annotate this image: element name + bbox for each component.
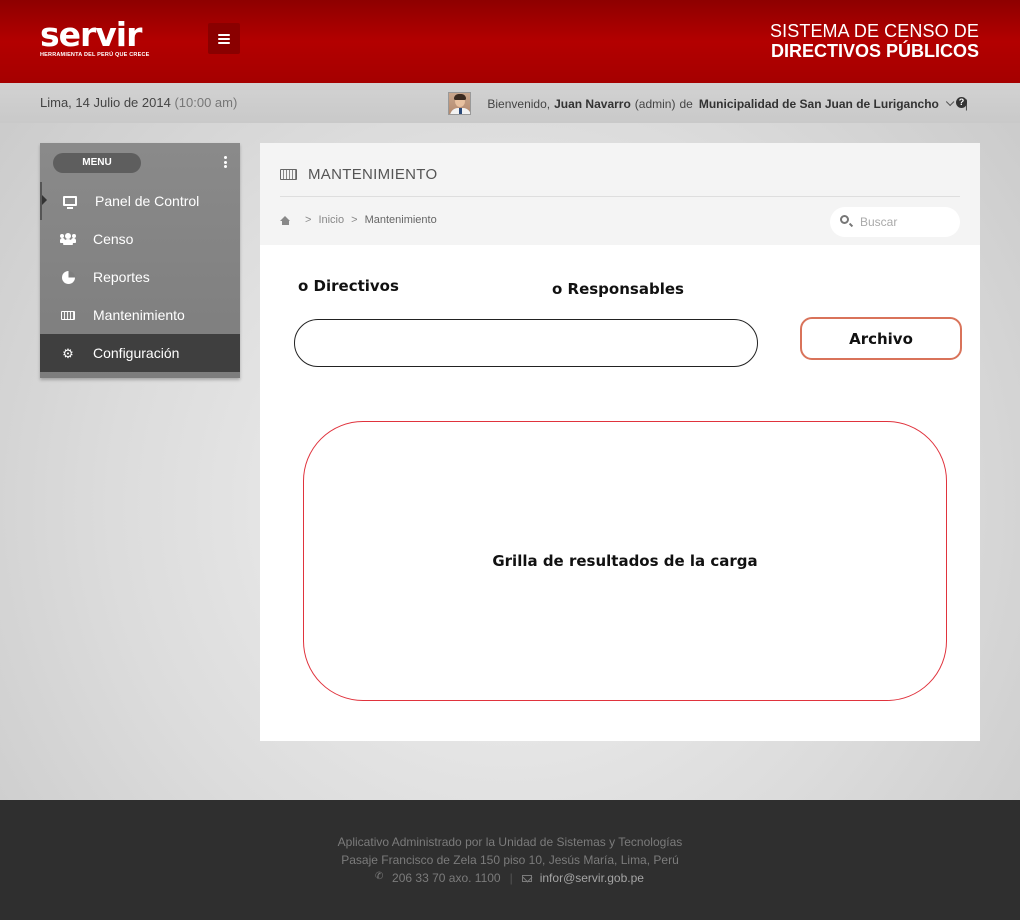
- home-icon[interactable]: [280, 215, 291, 225]
- info-bar: Lima, 14 Julio de 2014 (10:00 am) Bienve…: [0, 83, 1020, 123]
- radio-responsables[interactable]: o Responsables: [552, 280, 684, 298]
- footer: Aplicativo Administrado por la Unidad de…: [0, 800, 1020, 920]
- results-grid: Grilla de resultados de la carga: [303, 421, 947, 701]
- footer-divider: |: [509, 871, 513, 885]
- organization-selector[interactable]: Municipalidad de San Juan de Lurigancho: [699, 97, 939, 111]
- keyboard-icon: [280, 169, 297, 180]
- system-title-line1: SISTEMA DE CENSO DE: [770, 21, 979, 41]
- breadcrumb-home-link[interactable]: Inicio: [318, 214, 344, 226]
- user-name: Juan Navarro: [554, 96, 631, 111]
- welcome-text: Bienvenido,: [487, 96, 551, 111]
- footer-line1: Aplicativo Administrado por la Unidad de…: [337, 835, 683, 849]
- file-path-input[interactable]: [294, 319, 758, 367]
- breadcrumb-current: Mantenimiento: [364, 214, 437, 226]
- search-placeholder: Buscar: [860, 215, 898, 229]
- sidebar-item-panel-de-control[interactable]: Panel de Control: [40, 182, 240, 220]
- mail-icon: [521, 874, 532, 882]
- sidebar-item-label: Mantenimiento: [93, 307, 185, 323]
- footer-address: Pasaje Francisco de Zela 150 piso 10, Je…: [341, 853, 679, 867]
- breadcrumb-separator: >: [305, 214, 312, 226]
- system-title-line2: DIRECTIVOS PÚBLICOS: [770, 41, 979, 61]
- system-title: SISTEMA DE CENSO DE DIRECTIVOS PÚBLICOS: [770, 21, 979, 61]
- sidebar-item-censo[interactable]: Censo: [40, 220, 240, 258]
- keyboard-icon: [60, 308, 76, 322]
- sidebar-item-label: Configuración: [93, 345, 180, 361]
- radio-directivos[interactable]: o Directivos: [298, 277, 399, 295]
- kebab-menu-icon[interactable]: [224, 156, 227, 168]
- users-icon: [60, 232, 76, 246]
- footer-phone: 206 33 70 axo. 1100: [392, 871, 501, 885]
- sidebar-item-label: Reportes: [93, 269, 150, 285]
- connector-text: de: [679, 96, 693, 111]
- footer-contact: 206 33 70 axo. 1100 | infor@servir.gob.p…: [0, 871, 1020, 886]
- current-date: Lima, 14 Julio de 2014 (10:00 am): [40, 95, 237, 110]
- sidebar-item-label: Censo: [93, 231, 134, 247]
- sidebar-item-configuracion[interactable]: ⚙ Configuración: [40, 334, 240, 372]
- logo-tagline: HERRAMIENTA DEL PERÚ QUE CRECE: [40, 52, 150, 58]
- page-title-row: MANTENIMIENTO: [280, 166, 437, 183]
- pie-chart-icon: [60, 270, 76, 284]
- user-menu[interactable]: Bienvenido, Juan Navarro (admin) de Muni…: [448, 92, 968, 115]
- main-panel: MANTENIMIENTO > Inicio > Mantenimiento B…: [260, 143, 980, 741]
- hamburger-menu-button[interactable]: [208, 23, 240, 54]
- avatar[interactable]: [448, 92, 472, 115]
- panel-header: MANTENIMIENTO > Inicio > Mantenimiento B…: [260, 143, 980, 245]
- help-icon[interactable]: ?: [956, 97, 967, 108]
- logo-wordmark: servir: [40, 15, 142, 54]
- breadcrumb: > Inicio > Mantenimiento: [280, 214, 437, 226]
- sidebar-item-label: Panel de Control: [95, 193, 200, 209]
- gears-icon: ⚙: [62, 345, 74, 361]
- search-icon: [840, 215, 849, 224]
- page-title: MANTENIMIENTO: [308, 166, 438, 183]
- top-header: servir HERRAMIENTA DEL PERÚ QUE CRECE SI…: [0, 0, 1020, 83]
- footer-email-link[interactable]: infor@servir.gob.pe: [540, 871, 644, 885]
- phone-icon: [375, 871, 384, 883]
- sidebar: MENU Panel de Control Censo Reportes Man…: [40, 143, 240, 378]
- hamburger-icon: [218, 33, 230, 44]
- archivo-button[interactable]: Archivo: [800, 317, 962, 360]
- time-text: (10:00 am): [174, 95, 238, 110]
- chevron-down-icon[interactable]: [945, 97, 955, 106]
- search-input[interactable]: Buscar: [830, 207, 960, 237]
- sidebar-item-reportes[interactable]: Reportes: [40, 258, 240, 296]
- user-role: (admin): [634, 96, 676, 111]
- results-grid-label: Grilla de resultados de la carga: [492, 552, 758, 570]
- servir-logo[interactable]: servir HERRAMIENTA DEL PERÚ QUE CRECE: [40, 18, 160, 62]
- divider: [280, 196, 960, 197]
- breadcrumb-separator: >: [351, 214, 358, 226]
- menu-label: MENU: [53, 153, 141, 173]
- sidebar-item-mantenimiento[interactable]: Mantenimiento: [40, 296, 240, 334]
- date-text: Lima, 14 Julio de 2014: [40, 95, 171, 110]
- monitor-icon: [62, 194, 78, 209]
